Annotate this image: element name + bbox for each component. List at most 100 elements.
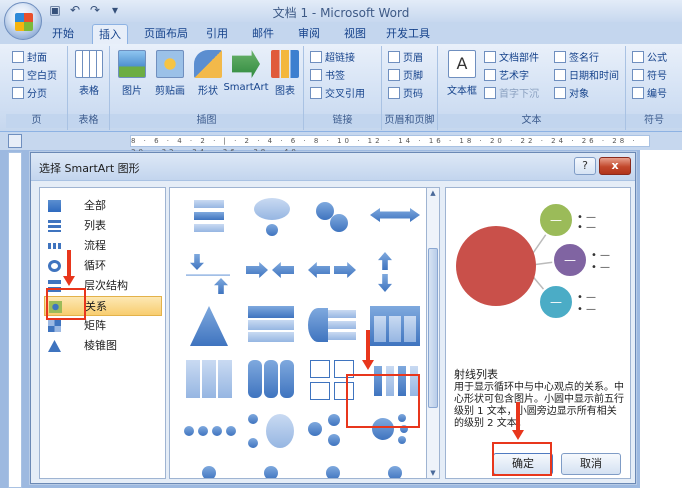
shape-arrow-right [246,262,268,278]
scroll-up-icon[interactable]: ▲ [429,189,437,197]
gallery-item[interactable] [182,464,238,478]
help-button[interactable]: ? [574,157,596,175]
smartart-button[interactable]: SmartArt [222,50,270,93]
gallery-item[interactable] [368,250,424,298]
dash-text: — [586,304,596,315]
gallery-item[interactable] [244,464,300,478]
footer-button[interactable]: 页脚 [388,68,423,85]
gallery-item[interactable] [182,250,238,298]
drop-cap-button[interactable]: 首字下沉 [484,86,539,103]
category-pyramid[interactable]: 棱锥图 [44,336,162,356]
picture-icon [118,50,146,78]
gallery-item[interactable] [182,304,238,352]
close-button[interactable]: x [599,157,631,175]
table-button[interactable]: 表格 [69,50,109,97]
object-icon [554,87,566,99]
table-group: 表格 表格 [68,46,110,130]
gallery-item[interactable] [306,464,362,478]
quick-parts-button[interactable]: 文档部件 [484,50,539,67]
category-all[interactable]: 全部 [44,196,162,216]
shape-arrow-down [190,254,204,270]
gallery-item[interactable] [306,196,362,244]
footer-icon [388,69,400,81]
picture-button[interactable]: 图片 [112,50,152,97]
office-button[interactable] [4,2,42,40]
gallery-item[interactable] [182,196,238,244]
dialog-title-bar[interactable]: 选择 SmartArt 图形 ? x [31,153,635,181]
page-number-button[interactable]: 页码 [388,86,423,103]
clip-art-icon [156,50,184,78]
gallery-item[interactable] [182,410,238,458]
shape-circle [388,466,402,478]
tab-home[interactable]: 开始 [46,24,80,44]
bullet: • [591,250,597,261]
scroll-down-icon[interactable]: ▼ [429,469,437,477]
header-icon [388,51,400,63]
tab-view[interactable]: 视图 [338,24,372,44]
gallery-item[interactable] [244,304,300,352]
cover-page-button[interactable]: 封面 [12,50,47,67]
gallery-item[interactable] [244,196,300,244]
annotation-arrow-down-icon [63,276,75,286]
tab-selector[interactable] [8,134,22,148]
gallery-item[interactable] [368,196,424,244]
bookmark-icon [310,69,322,81]
symbol-button[interactable]: 符号 [632,68,667,85]
tab-mailings[interactable]: 邮件 [246,24,280,44]
gallery-item[interactable] [182,358,238,406]
signature-line-button[interactable]: 签名行 [554,50,599,67]
shape-circle [248,438,258,448]
tab-review[interactable]: 审阅 [292,24,326,44]
gallery-item[interactable] [244,250,300,298]
text-box-button[interactable]: A 文本框 [442,50,482,97]
category-cycle[interactable]: 循环 [44,256,162,276]
gallery-item[interactable] [368,464,424,478]
cross-reference-button[interactable]: 交叉引用 [310,86,365,103]
shape-bar [194,212,224,220]
tab-insert[interactable]: 插入 [92,24,128,44]
shape-arrow-left [308,262,330,278]
dash-label: — [550,295,562,309]
page-break-button[interactable]: 分页 [12,86,47,103]
shape-bar [328,332,356,340]
tab-references[interactable]: 引用 [200,24,234,44]
scrollbar-thumb[interactable] [428,248,438,408]
shape-circle [398,436,406,444]
page-break-icon [12,87,24,99]
gallery-item[interactable] [244,358,300,406]
tab-developer[interactable]: 开发工具 [380,24,436,44]
shape-circle [328,434,340,446]
bookmark-button[interactable]: 书签 [310,68,345,85]
process-icon [48,243,61,249]
illustrations-group: 图片 剪贴画 形状 SmartArt 图表 插图 [110,46,304,130]
hyperlink-button[interactable]: 超链接 [310,50,355,67]
shape-arrow-left [272,262,294,278]
gallery-item[interactable] [306,250,362,298]
cancel-button[interactable]: 取消 [561,453,621,475]
group-label: 页 [6,114,67,128]
header-button[interactable]: 页眉 [388,50,423,67]
category-process[interactable]: 流程 [44,236,162,256]
ribbon: 封面 空白页 分页 页 表格 表格 图片 剪贴画 形状 SmartArt 图表 … [0,44,682,132]
object-button[interactable]: 对象 [554,86,589,103]
shape-arrow-up [378,252,392,270]
center-circle [456,226,536,306]
wordart-button[interactable]: 艺术字 [484,68,529,85]
clip-art-button[interactable]: 剪贴画 [150,50,190,97]
chart-button[interactable]: 图表 [268,50,302,97]
gallery-scrollbar[interactable]: ▲ ▼ [426,187,440,479]
gallery-item[interactable] [306,304,362,352]
bullet: • [577,304,583,315]
numbering-button[interactable]: 编号 [632,86,667,103]
equation-button[interactable]: 公式 [632,50,667,67]
shape-circle [248,414,258,424]
category-list-item[interactable]: 列表 [44,216,162,236]
tab-page-layout[interactable]: 页面布局 [138,24,194,44]
category-list: 全部 列表 流程 循环 层次结构 关系 矩阵 棱锥图 [39,187,166,479]
gallery-item[interactable] [368,304,424,352]
document-page[interactable] [640,150,682,488]
gallery-item[interactable] [244,410,300,458]
shape-bar [194,224,224,232]
date-time-button[interactable]: 日期和时间 [554,68,619,85]
blank-page-button[interactable]: 空白页 [12,68,57,85]
